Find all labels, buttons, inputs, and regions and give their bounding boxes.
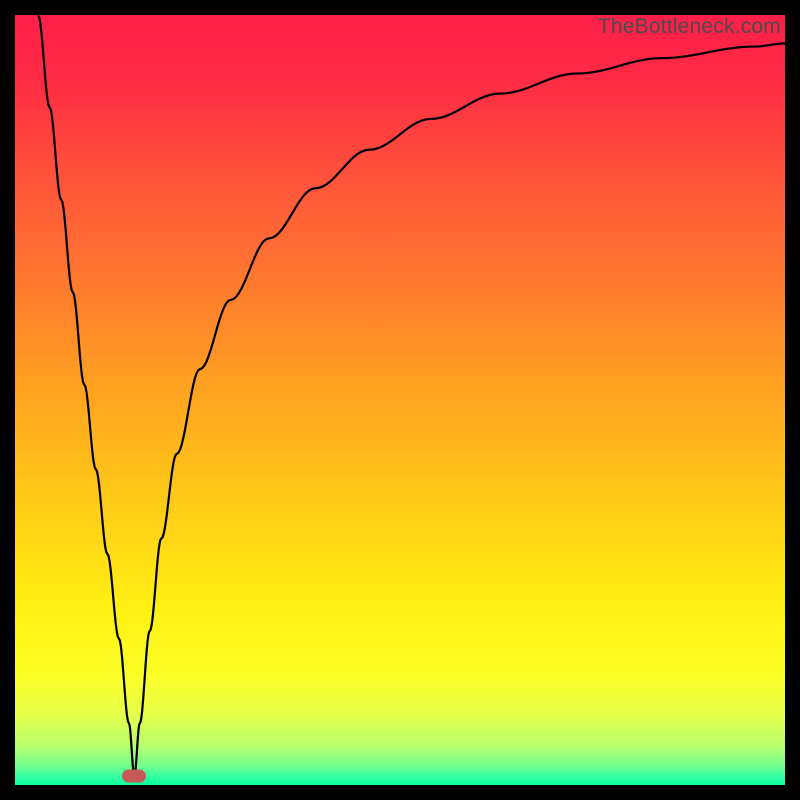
curve-right-branch: [134, 43, 785, 775]
curve-layer: [15, 15, 785, 785]
chart-frame: TheBottleneck.com: [0, 0, 800, 800]
curve-left-branch: [38, 15, 134, 776]
watermark-text: TheBottleneck.com: [598, 15, 781, 39]
plot-area: TheBottleneck.com: [15, 15, 785, 785]
minimum-marker: [122, 769, 146, 782]
